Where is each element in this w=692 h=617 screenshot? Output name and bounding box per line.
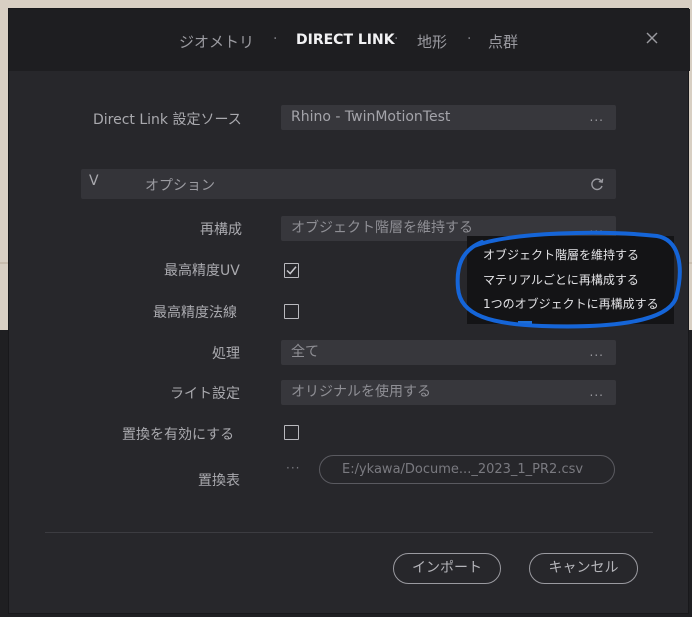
options-section-title: オプション (145, 178, 215, 194)
tab-separator: · (273, 31, 278, 47)
source-value: Rhino - TwinMotionTest (291, 109, 451, 125)
replace-table-label: 置換表 (198, 473, 240, 489)
max-uv-label: 最高精度UV (164, 263, 240, 279)
source-browse-dots[interactable]: ... (590, 105, 604, 130)
processing-dots[interactable]: ... (590, 340, 604, 365)
import-button[interactable]: インポート (393, 553, 501, 584)
dropdown-scroll-marker (518, 321, 532, 325)
max-normal-checkbox[interactable] (284, 304, 299, 319)
dialog-header: ジオメトリ · DIRECT LINK · 地形 · 点群 (9, 9, 690, 71)
rebuild-value: オブジェクト階層を維持する (291, 220, 473, 236)
replace-enable-checkbox[interactable] (284, 425, 299, 440)
tab-direct-link[interactable]: DIRECT LINK (296, 32, 395, 48)
rebuild-label: 再構成 (200, 222, 242, 238)
tab-separator: · (467, 31, 472, 47)
tab-geometry[interactable]: ジオメトリ (179, 31, 254, 52)
refresh-icon[interactable] (589, 176, 605, 192)
light-label: ライト設定 (170, 386, 240, 402)
replace-enable-label: 置換を有効にする (122, 427, 235, 443)
tab-terrain[interactable]: 地形 (417, 31, 447, 52)
source-field[interactable]: Rhino - TwinMotionTest ... (281, 105, 616, 130)
rebuild-dropdown-menu: ... オブジェクト階層を維持する マテリアルごとに再構成する 1つのオブジェク… (467, 222, 674, 324)
max-normal-label: 最高精度法線 (153, 305, 237, 321)
dropdown-dots: ... (591, 222, 606, 236)
options-section-header[interactable]: V オプション (81, 169, 616, 199)
light-value: オリジナルを使用する (291, 384, 431, 400)
dropdown-item[interactable]: マテリアルごとに再構成する (483, 271, 639, 288)
dropdown-item[interactable]: オブジェクト階層を維持する (483, 246, 639, 263)
chevron-down-icon[interactable]: V (89, 173, 99, 189)
source-label: Direct Link 設定ソース (93, 112, 242, 128)
tab-separator: · (394, 31, 399, 47)
tab-point-cloud[interactable]: 点群 (488, 31, 518, 52)
replace-table-path: E:/ykawa/Docume..._2023_1_PR2.csv (342, 462, 584, 477)
footer-divider (45, 532, 653, 533)
replace-table-file-field[interactable]: E:/ykawa/Docume..._2023_1_PR2.csv (319, 455, 615, 484)
processing-select[interactable]: 全て ... (281, 340, 616, 365)
close-icon[interactable] (643, 29, 661, 47)
light-dots[interactable]: ... (590, 380, 604, 405)
cancel-button[interactable]: キャンセル (529, 553, 638, 584)
dropdown-item[interactable]: 1つのオブジェクトに再構成する (483, 295, 659, 312)
processing-label: 処理 (212, 346, 240, 362)
max-uv-checkbox[interactable] (284, 263, 299, 278)
light-select[interactable]: オリジナルを使用する ... (281, 380, 616, 405)
replace-table-browse-dots[interactable]: ··· (286, 461, 300, 475)
processing-value: 全て (291, 344, 319, 360)
check-icon (286, 266, 297, 275)
